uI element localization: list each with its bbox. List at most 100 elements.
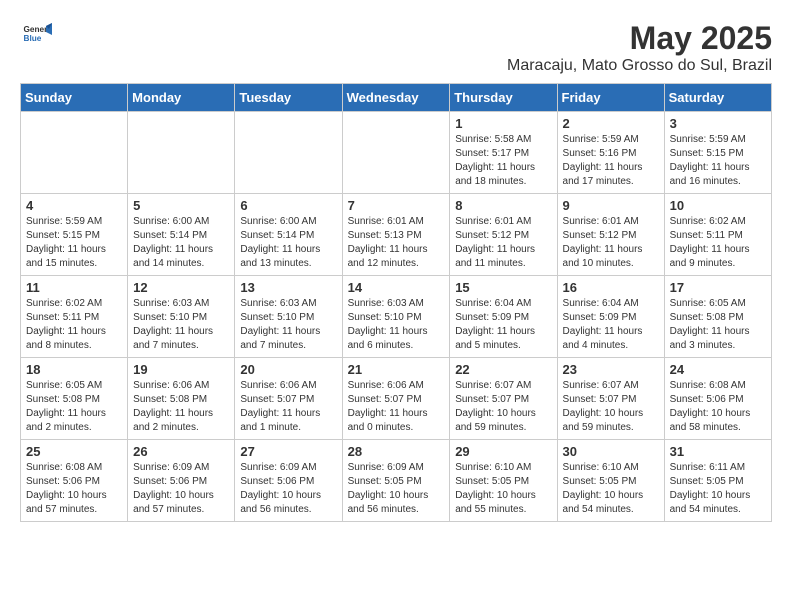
day-number: 28: [348, 444, 445, 459]
day-info: Sunrise: 6:09 AM Sunset: 5:05 PM Dayligh…: [348, 461, 445, 517]
calendar-cell: 22 Sunrise: 6:07 AM Sunset: 5:07 PM Dayli…: [450, 358, 557, 440]
calendar-cell: 6Sunrise: 6:00 AM Sunset: 5:14 PM Daylig…: [235, 194, 342, 276]
calendar-cell: 7 Sunrise: 6:01 AM Sunset: 5:13 PM Daylig…: [342, 194, 450, 276]
page-title: May 2025: [507, 20, 772, 57]
calendar-cell: 26 Sunrise: 6:09 AM Sunset: 5:06 PM Dayli…: [128, 440, 235, 522]
column-header-thursday: Thursday: [450, 84, 557, 112]
day-number: 11: [26, 280, 122, 295]
column-header-sunday: Sunday: [21, 84, 128, 112]
calendar-cell: 17 Sunrise: 6:05 AM Sunset: 5:08 PM Dayli…: [664, 276, 771, 358]
day-number: 26: [133, 444, 229, 459]
day-number: 18: [26, 362, 122, 377]
day-info: Sunrise: 5:58 AM Sunset: 5:17 PM Dayligh…: [455, 133, 551, 189]
day-number: 22: [455, 362, 551, 377]
calendar-cell: 18 Sunrise: 6:05 AM Sunset: 5:08 PM Dayli…: [21, 358, 128, 440]
day-info: Sunrise: 6:08 AM Sunset: 5:06 PM Dayligh…: [670, 379, 766, 435]
day-number: 19: [133, 362, 229, 377]
day-info: Sunrise: 6:04 AM Sunset: 5:09 PM Dayligh…: [455, 297, 551, 353]
calendar-cell: 2 Sunrise: 5:59 AM Sunset: 5:16 PM Daylig…: [557, 112, 664, 194]
day-info: Sunrise: 6:06 AM Sunset: 5:07 PM Dayligh…: [348, 379, 445, 435]
day-info: Sunrise: 5:59 AM Sunset: 5:15 PM Dayligh…: [26, 215, 122, 271]
day-number: 7: [348, 198, 445, 213]
day-info: Sunrise: 6:01 AM Sunset: 5:13 PM Dayligh…: [348, 215, 445, 271]
logo-icon: General Blue: [22, 20, 52, 50]
calendar-week-row: 1Sunrise: 5:58 AM Sunset: 5:17 PM Daylig…: [21, 112, 772, 194]
day-info: Sunrise: 5:59 AM Sunset: 5:15 PM Dayligh…: [670, 133, 766, 189]
calendar-cell: 28 Sunrise: 6:09 AM Sunset: 5:05 PM Dayli…: [342, 440, 450, 522]
day-number: 27: [240, 444, 336, 459]
calendar-table: SundayMondayTuesdayWednesdayThursdayFrid…: [20, 83, 772, 522]
calendar-cell: 5 Sunrise: 6:00 AM Sunset: 5:14 PM Daylig…: [128, 194, 235, 276]
day-number: 23: [563, 362, 659, 377]
day-number: 6: [240, 198, 336, 213]
calendar-cell: 1Sunrise: 5:58 AM Sunset: 5:17 PM Daylig…: [450, 112, 557, 194]
calendar-cell: [235, 112, 342, 194]
calendar-week-row: 18 Sunrise: 6:05 AM Sunset: 5:08 PM Dayli…: [21, 358, 772, 440]
calendar-cell: 4 Sunrise: 5:59 AM Sunset: 5:15 PM Daylig…: [21, 194, 128, 276]
title-block: May 2025 Maracaju, Mato Grosso do Sul, B…: [507, 20, 772, 75]
calendar-cell: 27 Sunrise: 6:09 AM Sunset: 5:06 PM Dayli…: [235, 440, 342, 522]
day-number: 29: [455, 444, 551, 459]
calendar-week-row: 11 Sunrise: 6:02 AM Sunset: 5:11 PM Dayli…: [21, 276, 772, 358]
day-number: 30: [563, 444, 659, 459]
day-number: 3: [670, 116, 766, 131]
calendar-cell: 8Sunrise: 6:01 AM Sunset: 5:12 PM Daylig…: [450, 194, 557, 276]
calendar-cell: [21, 112, 128, 194]
day-info: Sunrise: 6:01 AM Sunset: 5:12 PM Dayligh…: [563, 215, 659, 271]
day-info: Sunrise: 5:59 AM Sunset: 5:16 PM Dayligh…: [563, 133, 659, 189]
calendar-cell: 14Sunrise: 6:03 AM Sunset: 5:10 PM Dayli…: [342, 276, 450, 358]
calendar-cell: 21 Sunrise: 6:06 AM Sunset: 5:07 PM Dayli…: [342, 358, 450, 440]
day-info: Sunrise: 6:03 AM Sunset: 5:10 PM Dayligh…: [133, 297, 229, 353]
day-info: Sunrise: 6:07 AM Sunset: 5:07 PM Dayligh…: [455, 379, 551, 435]
calendar-cell: 23Sunrise: 6:07 AM Sunset: 5:07 PM Dayli…: [557, 358, 664, 440]
page-subtitle: Maracaju, Mato Grosso do Sul, Brazil: [507, 57, 772, 75]
day-number: 15: [455, 280, 551, 295]
calendar-cell: 3 Sunrise: 5:59 AM Sunset: 5:15 PM Daylig…: [664, 112, 771, 194]
day-info: Sunrise: 6:05 AM Sunset: 5:08 PM Dayligh…: [26, 379, 122, 435]
day-number: 17: [670, 280, 766, 295]
calendar-cell: [342, 112, 450, 194]
calendar-cell: 20Sunrise: 6:06 AM Sunset: 5:07 PM Dayli…: [235, 358, 342, 440]
day-number: 31: [670, 444, 766, 459]
day-number: 13: [240, 280, 336, 295]
calendar-header-row: SundayMondayTuesdayWednesdayThursdayFrid…: [21, 84, 772, 112]
calendar-cell: 16Sunrise: 6:04 AM Sunset: 5:09 PM Dayli…: [557, 276, 664, 358]
calendar-cell: 31Sunrise: 6:11 AM Sunset: 5:05 PM Dayli…: [664, 440, 771, 522]
calendar-cell: 13Sunrise: 6:03 AM Sunset: 5:10 PM Dayli…: [235, 276, 342, 358]
page-header: General Blue May 2025 Maracaju, Mato Gro…: [20, 20, 772, 75]
day-number: 5: [133, 198, 229, 213]
day-info: Sunrise: 6:10 AM Sunset: 5:05 PM Dayligh…: [563, 461, 659, 517]
calendar-cell: 12 Sunrise: 6:03 AM Sunset: 5:10 PM Dayli…: [128, 276, 235, 358]
day-info: Sunrise: 6:02 AM Sunset: 5:11 PM Dayligh…: [26, 297, 122, 353]
calendar-week-row: 4 Sunrise: 5:59 AM Sunset: 5:15 PM Daylig…: [21, 194, 772, 276]
calendar-cell: [128, 112, 235, 194]
day-info: Sunrise: 6:05 AM Sunset: 5:08 PM Dayligh…: [670, 297, 766, 353]
calendar-cell: 11 Sunrise: 6:02 AM Sunset: 5:11 PM Dayli…: [21, 276, 128, 358]
column-header-saturday: Saturday: [664, 84, 771, 112]
calendar-cell: 15 Sunrise: 6:04 AM Sunset: 5:09 PM Dayli…: [450, 276, 557, 358]
day-info: Sunrise: 6:00 AM Sunset: 5:14 PM Dayligh…: [133, 215, 229, 271]
day-info: Sunrise: 6:09 AM Sunset: 5:06 PM Dayligh…: [240, 461, 336, 517]
column-header-tuesday: Tuesday: [235, 84, 342, 112]
day-number: 21: [348, 362, 445, 377]
day-number: 9: [563, 198, 659, 213]
day-number: 8: [455, 198, 551, 213]
day-number: 2: [563, 116, 659, 131]
day-number: 14: [348, 280, 445, 295]
day-info: Sunrise: 6:09 AM Sunset: 5:06 PM Dayligh…: [133, 461, 229, 517]
day-info: Sunrise: 6:10 AM Sunset: 5:05 PM Dayligh…: [455, 461, 551, 517]
day-number: 4: [26, 198, 122, 213]
calendar-week-row: 25Sunrise: 6:08 AM Sunset: 5:06 PM Dayli…: [21, 440, 772, 522]
day-number: 10: [670, 198, 766, 213]
logo: General Blue: [20, 20, 52, 50]
svg-text:Blue: Blue: [24, 34, 42, 43]
day-number: 12: [133, 280, 229, 295]
column-header-friday: Friday: [557, 84, 664, 112]
day-info: Sunrise: 6:06 AM Sunset: 5:07 PM Dayligh…: [240, 379, 336, 435]
calendar-cell: 30 Sunrise: 6:10 AM Sunset: 5:05 PM Dayli…: [557, 440, 664, 522]
calendar-cell: 24 Sunrise: 6:08 AM Sunset: 5:06 PM Dayli…: [664, 358, 771, 440]
day-number: 24: [670, 362, 766, 377]
day-info: Sunrise: 6:06 AM Sunset: 5:08 PM Dayligh…: [133, 379, 229, 435]
day-number: 16: [563, 280, 659, 295]
calendar-cell: 19 Sunrise: 6:06 AM Sunset: 5:08 PM Dayli…: [128, 358, 235, 440]
